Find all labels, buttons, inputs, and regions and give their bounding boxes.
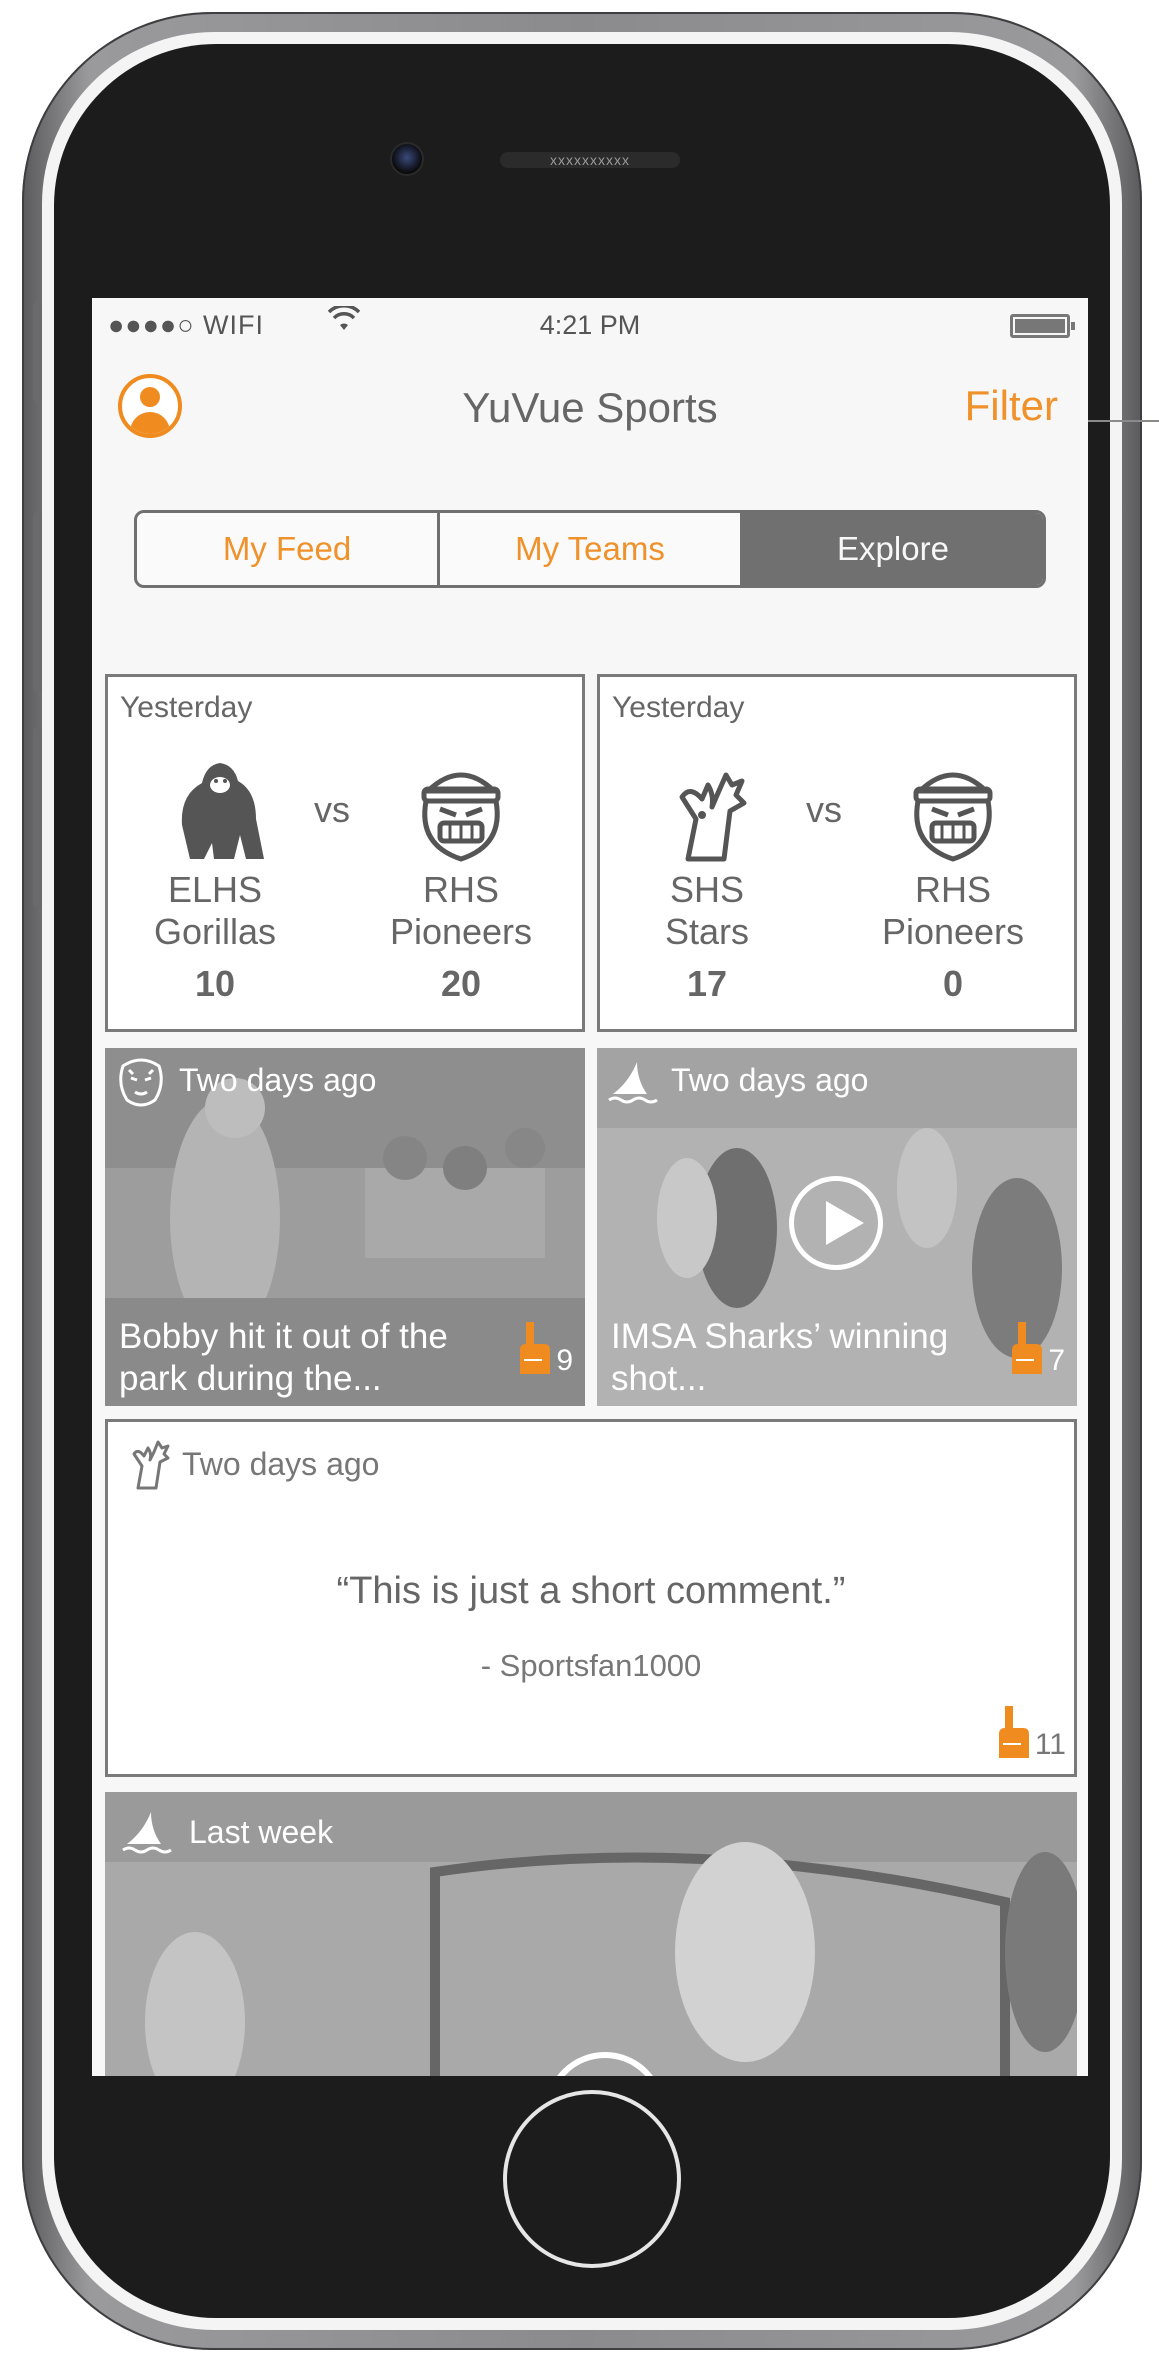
comment-post[interactable]: Two days ago “This is just a short comme…: [105, 1419, 1077, 1777]
pioneer-icon: [913, 772, 993, 862]
shark-icon: [122, 1812, 172, 1854]
home-team: SHS Stars 17: [622, 755, 792, 1005]
away-team-name: RHS Pioneers: [881, 869, 1025, 952]
comment-author: - Sportsfan1000: [480, 1648, 702, 1683]
foam-finger-icon: [998, 1706, 1029, 1758]
home-team-score: 10: [194, 963, 236, 1004]
away-team: RHS Pioneers 20: [376, 755, 546, 1005]
vs-label: vs: [314, 789, 350, 830]
status-bar: ●●●●○ WIFI 4:21 PM: [92, 298, 1088, 354]
post-date: Two days ago: [671, 1062, 869, 1098]
video-post[interactable]: Two days ago IMSA Sharks’ winning shot..…: [597, 1048, 1077, 1406]
status-time: 4:21 PM: [539, 310, 641, 340]
earpiece-speaker: xxxxxxxxxx: [500, 152, 680, 168]
video-post[interactable]: Last week: [105, 1792, 1077, 2076]
page-title: YuVue Sports: [462, 384, 718, 431]
tab-explore[interactable]: Explore: [743, 513, 1043, 585]
app-screen: ●●●●○ WIFI 4:21 PM YuVue Sports Filter M…: [92, 298, 1088, 2076]
like-counter[interactable]: 11: [993, 1704, 1066, 1762]
battery-icon: [1010, 314, 1075, 338]
comment-text: “This is just a short comment.”: [336, 1570, 846, 1612]
feed-tabs: My Feed My Teams Explore: [134, 510, 1046, 588]
home-team-name: SHS Stars: [664, 869, 750, 952]
post-date: Last week: [189, 1814, 334, 1850]
tab-my-teams[interactable]: My Teams: [440, 513, 743, 585]
post-caption: IMSA Sharks’ winning shot...: [611, 1317, 949, 1398]
like-count: 7: [1048, 1344, 1065, 1377]
play-icon[interactable]: [789, 1176, 883, 1270]
score-card-date: Yesterday: [120, 691, 253, 724]
post-date: Two days ago: [182, 1446, 380, 1482]
star-mascot-icon: [679, 772, 747, 862]
gorilla-icon: [181, 763, 264, 859]
like-count: 11: [1034, 1728, 1066, 1761]
away-team-score: 20: [440, 963, 482, 1004]
score-card-date: Yesterday: [612, 691, 745, 724]
front-camera: [390, 142, 424, 176]
home-team-name: ELHS Gorillas: [153, 869, 277, 952]
star-mascot-icon: [132, 1440, 170, 1490]
filter-button[interactable]: Filter: [965, 382, 1058, 430]
home-team-score: 17: [686, 963, 728, 1004]
photo-post[interactable]: Two days ago Bobby hit it out of the par…: [105, 1048, 585, 1406]
post-caption: Bobby hit it out of the park during the.…: [119, 1317, 448, 1398]
tiger-icon: [119, 1058, 163, 1107]
away-team: RHS Pioneers 0: [868, 755, 1038, 1005]
score-card[interactable]: Yesterday vs ELHS Gorillas 10 RHS Pionee…: [105, 674, 585, 1032]
shark-icon: [608, 1062, 658, 1104]
like-counter[interactable]: 9: [514, 1320, 573, 1378]
post-date: Two days ago: [179, 1062, 377, 1098]
home-team: ELHS Gorillas 10: [130, 755, 300, 1005]
pioneer-icon: [421, 772, 501, 862]
vs-label: vs: [806, 789, 842, 830]
foam-finger-icon: [1012, 1322, 1043, 1374]
like-count: 9: [556, 1344, 573, 1377]
tab-my-feed[interactable]: My Feed: [137, 513, 440, 585]
like-counter[interactable]: 7: [1006, 1320, 1065, 1378]
home-button[interactable]: [503, 2090, 681, 2268]
nav-bar: YuVue Sports Filter: [92, 354, 1088, 454]
away-team-name: RHS Pioneers: [389, 869, 533, 952]
away-team-score: 0: [942, 963, 964, 1004]
foam-finger-icon: [520, 1322, 551, 1374]
score-card[interactable]: Yesterday vs SHS Stars 17 RHS Pioneers 0: [597, 674, 1077, 1032]
